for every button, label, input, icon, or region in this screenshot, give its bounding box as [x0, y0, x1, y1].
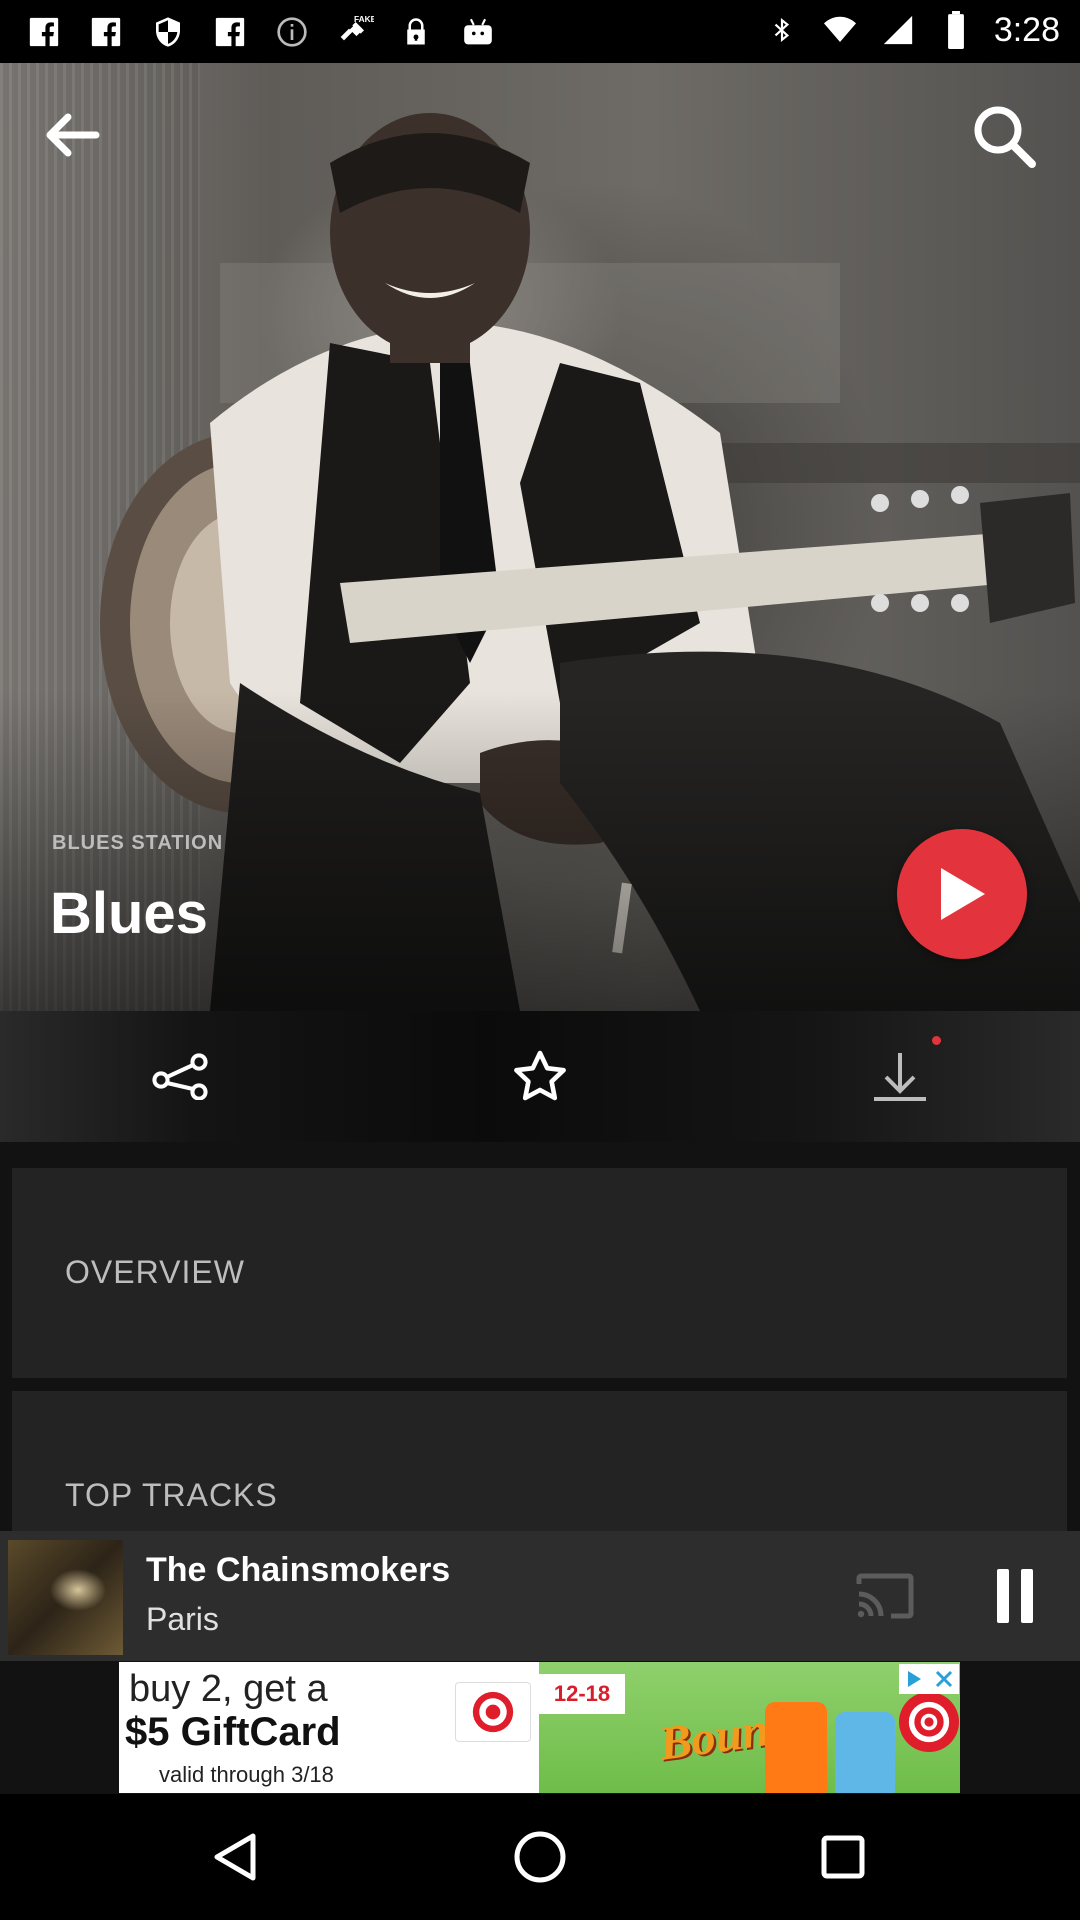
nav-home-icon	[514, 1831, 566, 1883]
pause-bar-left	[997, 1569, 1009, 1623]
facebook-icon	[210, 12, 250, 52]
fake-gps-icon: FAKE	[334, 12, 374, 52]
ad-validity: valid through 3/18	[159, 1762, 334, 1787]
top-tracks-section: TOP TRACKS	[12, 1391, 1067, 1551]
nav-recents-button[interactable]	[813, 1827, 873, 1887]
wifi-icon	[820, 10, 860, 50]
notification-icons: FAKE	[24, 12, 498, 52]
svg-text:FAKE: FAKE	[354, 14, 374, 24]
station-title: Blues	[50, 881, 208, 946]
mini-player[interactable]: The Chainsmokers Paris	[0, 1531, 1080, 1661]
android-icon	[458, 12, 498, 52]
overview-section[interactable]: OVERVIEW	[12, 1168, 1067, 1378]
softener-bottle-image	[835, 1712, 895, 1793]
star-icon	[514, 1050, 566, 1101]
top-tracks-title: TOP TRACKS	[65, 1477, 278, 1513]
download-indicator-dot	[932, 1036, 941, 1045]
ad-price-tag: 12-18	[539, 1674, 625, 1714]
nav-home-button[interactable]	[510, 1827, 570, 1887]
station-type-label: BLUES STATION	[52, 832, 224, 854]
target-logo-icon	[899, 1692, 959, 1752]
battery-icon	[936, 10, 976, 50]
system-navigation-bar	[0, 1794, 1080, 1920]
nav-back-button[interactable]	[206, 1827, 266, 1887]
station-actions-bar	[0, 1011, 1080, 1142]
target-logo-icon	[455, 1682, 531, 1742]
ad-choices-icon[interactable]	[899, 1664, 929, 1694]
facebook-icon	[24, 12, 64, 52]
info-icon	[272, 12, 312, 52]
ad-offer: $5 GiftCard	[125, 1710, 341, 1754]
download-button[interactable]	[860, 1041, 940, 1111]
favorite-button[interactable]	[500, 1041, 580, 1111]
share-button[interactable]	[140, 1041, 220, 1111]
overview-title: OVERVIEW	[65, 1254, 245, 1290]
ad-headline: buy 2, get a	[129, 1668, 328, 1710]
detergent-bottle-image	[765, 1702, 827, 1793]
clock: 3:28	[993, 10, 1060, 49]
shield-icon	[148, 12, 188, 52]
nav-recents-icon	[821, 1835, 865, 1879]
pause-button[interactable]	[985, 1561, 1045, 1631]
now-playing-title: Paris	[146, 1601, 219, 1637]
app-screen: FAKE 3:28 BLUES STATION Blues OVERVIEW T…	[0, 0, 1080, 1920]
share-icon	[152, 1053, 208, 1100]
ad-banner[interactable]: buy 2, get a $5 GiftCard valid through 3…	[119, 1662, 960, 1793]
bluetooth-icon	[762, 10, 802, 50]
signal-icon	[878, 10, 918, 50]
play-button[interactable]	[897, 829, 1027, 959]
cast-button[interactable]	[852, 1566, 918, 1626]
ad-right-panel: 12-18 Bounty	[539, 1662, 960, 1793]
ad-close-icon[interactable]	[929, 1664, 959, 1694]
status-bar: FAKE 3:28	[0, 0, 1080, 63]
search-button[interactable]	[968, 100, 1040, 172]
facebook-icon	[86, 12, 126, 52]
back-button[interactable]	[36, 105, 108, 165]
nav-back-icon	[214, 1833, 256, 1881]
ad-left-panel: buy 2, get a $5 GiftCard valid through 3…	[119, 1662, 539, 1793]
album-art	[8, 1540, 123, 1655]
back-arrow-icon	[46, 113, 100, 157]
system-icons: 3:28	[762, 10, 1060, 50]
search-icon	[974, 106, 1036, 168]
now-playing-artist: The Chainsmokers	[146, 1551, 451, 1589]
lock-icon	[396, 12, 436, 52]
pause-bar-right	[1021, 1569, 1033, 1623]
cast-icon	[856, 1573, 914, 1619]
play-icon	[941, 868, 985, 920]
download-icon	[874, 1053, 926, 1101]
